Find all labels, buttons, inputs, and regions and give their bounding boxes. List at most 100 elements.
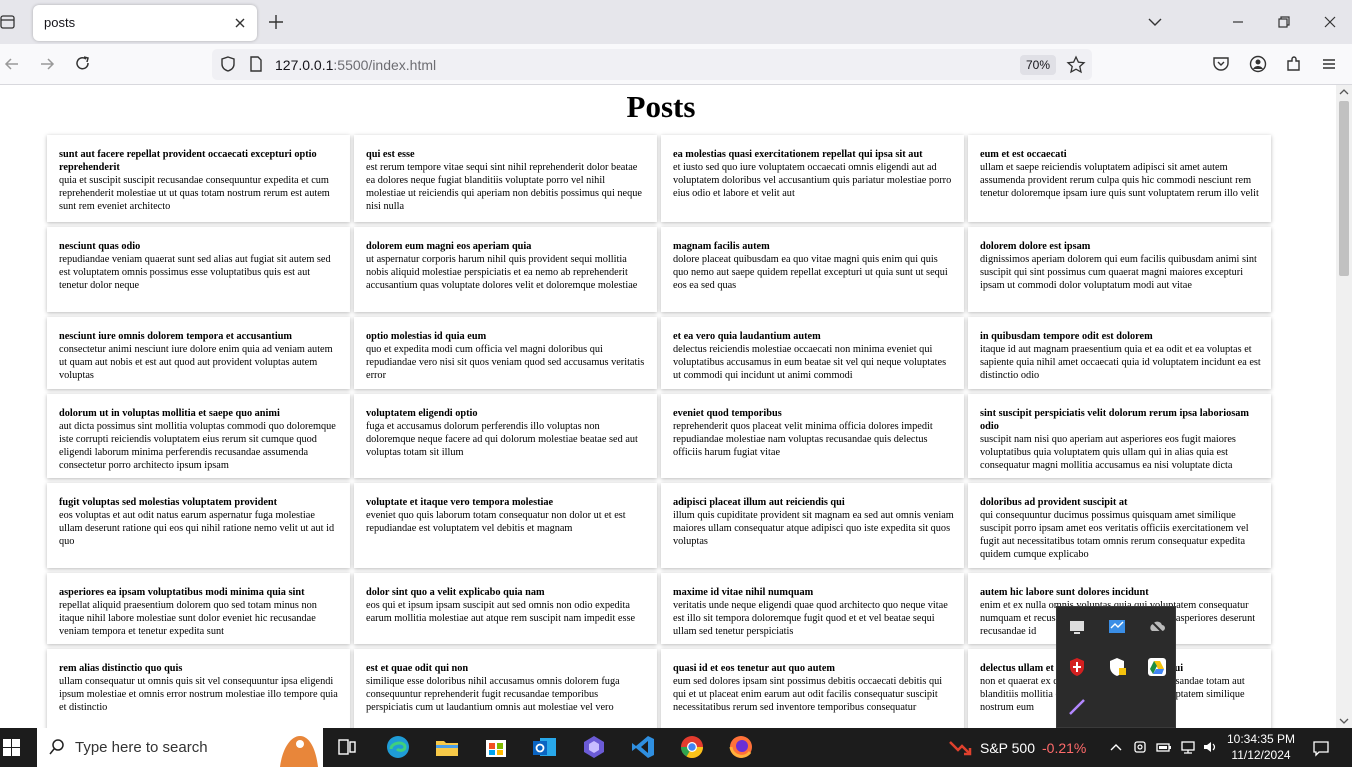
post-title: doloribus ad provident suscipit at [980,497,1128,508]
restore-icon[interactable] [1274,12,1294,32]
notification-icon[interactable] [1312,739,1330,757]
post-title: sunt aut facere repellat provident occae… [59,149,317,173]
post-body: dignissimos aperiam dolorem qui eum faci… [980,254,1257,291]
page-scrollbar[interactable] [1336,85,1352,728]
vscode-icon[interactable] [628,732,658,762]
close-window-icon[interactable] [1320,12,1340,32]
post-title: voluptatem eligendi optio [366,408,478,419]
chevron-up-icon[interactable] [1108,739,1124,755]
post-body: suscipit nam nisi quo aperiam aut asperi… [980,434,1236,471]
pocket-icon[interactable] [1211,54,1231,74]
post-title: et ea vero quia laudantium autem [673,331,821,342]
post-title: dolorem eum magni eos aperiam quia [366,241,532,252]
stock-widget[interactable]: S&P 500 -0.21% [946,728,1096,767]
post-title: quasi id et eos tenetur aut quo autem [673,663,835,674]
system-clock[interactable]: 10:34:35 PM 11/12/2024 [1226,731,1296,763]
post-body: qui consequuntur ducimus possimus quisqu… [980,510,1249,560]
pen-tool-icon[interactable] [1066,696,1088,718]
post-card: doloribus ad provident suscipit at qui co… [968,483,1271,568]
cloud-off-icon[interactable] [1146,616,1168,638]
scroll-up-icon[interactable] [1339,88,1349,96]
post-body: similique esse doloribus nihil accusamus… [366,676,620,713]
start-button[interactable] [0,728,36,767]
display-icon[interactable] [1066,616,1088,638]
antivirus-icon[interactable] [1066,656,1088,678]
tab-strip: posts [0,0,1352,44]
list-all-tabs-icon[interactable] [0,12,18,32]
post-title: rem alias distinctio quo quis [59,663,183,674]
network-monitor-icon[interactable] [1106,616,1128,638]
google-drive-icon[interactable] [1146,656,1168,678]
post-title: dolor sint quo a velit explicabo quia na… [366,587,545,598]
url-path: :5500/index.html [333,57,437,73]
close-tab-icon[interactable] [231,14,249,32]
task-view-icon[interactable] [332,732,362,762]
volume-icon[interactable] [1202,739,1218,755]
windows-logo-icon [3,739,20,756]
post-card: in quibusdam tempore odit est dolorem ita… [968,317,1271,389]
post-body: veritatis unde neque eligendi quae quod … [673,600,948,637]
forward-icon[interactable] [37,54,57,74]
post-body: ut aspernatur corporis harum nihil quis … [366,254,638,291]
post-title: nesciunt quas odio [59,241,141,252]
microsoft-store-icon[interactable] [481,732,511,762]
post-card: dolor sint quo a velit explicabo quia na… [354,573,657,644]
zoom-level-button[interactable]: 70% [1020,55,1056,75]
url-text[interactable]: 127.0.0.1:5500/index.html [275,57,436,73]
post-card: fugit voluptas sed molestias voluptatem … [47,483,350,568]
browser-tab[interactable]: posts [33,5,257,41]
post-title: in quibusdam tempore odit est dolorem [980,331,1153,342]
post-body: quia et suscipit suscipit recusandae con… [59,175,330,212]
outlook-icon[interactable] [530,732,560,762]
chrome-icon[interactable] [677,732,707,762]
network-icon[interactable] [1180,739,1196,755]
post-card: optio molestias id quia eum quo et expedi… [354,317,657,389]
post-title: est et quae odit qui non [366,663,469,674]
scroll-down-icon[interactable] [1339,717,1349,725]
post-title: eveniet quod temporibus [673,408,782,419]
clock-time: 10:34:35 PM [1226,732,1296,746]
post-body: itaque id aut magnam praesentium quia et… [980,344,1261,381]
scrollbar-thumb[interactable] [1339,101,1349,276]
minimize-icon[interactable] [1228,12,1248,32]
battery-icon[interactable] [1156,739,1172,755]
page-icon[interactable] [247,55,265,78]
post-title: sint suscipit perspiciatis velit dolorum… [980,408,1249,432]
post-card: magnam facilis autem dolore placeat quibu… [661,227,964,312]
menu-icon[interactable] [1319,54,1339,74]
post-body: dolore placeat quibusdam ea quo vitae ma… [673,254,948,291]
taskbar-search-box[interactable]: Type here to search [37,728,323,767]
search-highlight-icon [280,736,318,767]
post-title: optio molestias id quia eum [366,331,487,342]
post-card: rem alias distinctio quo quis ullam conse… [47,649,350,728]
stock-change: -0.21% [1042,740,1087,756]
reload-icon[interactable] [73,54,93,74]
security-shield-icon[interactable] [1106,656,1128,678]
post-title: qui est esse [366,149,415,160]
copilot-icon[interactable] [579,732,609,762]
post-title: eum et est occaecati [980,149,1067,160]
post-card: eveniet quod temporibus reprehenderit quo… [661,394,964,478]
bookmark-star-icon[interactable] [1066,55,1086,80]
meet-now-icon[interactable] [1133,739,1149,755]
post-title: asperiores ea ipsam voluptatibus modi mi… [59,587,305,598]
chevron-down-icon[interactable] [1145,12,1165,32]
post-body: repudiandae veniam quaerat sunt sed alia… [59,254,331,291]
post-card: nesciunt quas odio repudiandae veniam qua… [47,227,350,312]
account-icon[interactable] [1248,54,1268,74]
post-body: aut dicta possimus sint mollitia volupta… [59,421,336,471]
post-body: eos voluptas et aut odit natus earum asp… [59,510,335,547]
post-card: dolorem dolore est ipsam dignissimos aper… [968,227,1271,312]
post-body: ullam consequatur ut omnis quis sit vel … [59,676,338,713]
firefox-icon[interactable] [726,732,756,762]
extensions-icon[interactable] [1284,54,1304,74]
new-tab-icon[interactable] [266,12,286,32]
post-title: magnam facilis autem [673,241,770,252]
post-card: sint suscipit perspiciatis velit dolorum… [968,394,1271,478]
file-explorer-icon[interactable] [432,732,462,762]
edge-icon[interactable] [383,732,413,762]
shield-icon[interactable] [219,55,237,78]
page-title: Posts [626,89,696,124]
address-bar[interactable]: 127.0.0.1:5500/index.html 70% [212,49,1092,80]
back-icon[interactable] [2,54,22,74]
